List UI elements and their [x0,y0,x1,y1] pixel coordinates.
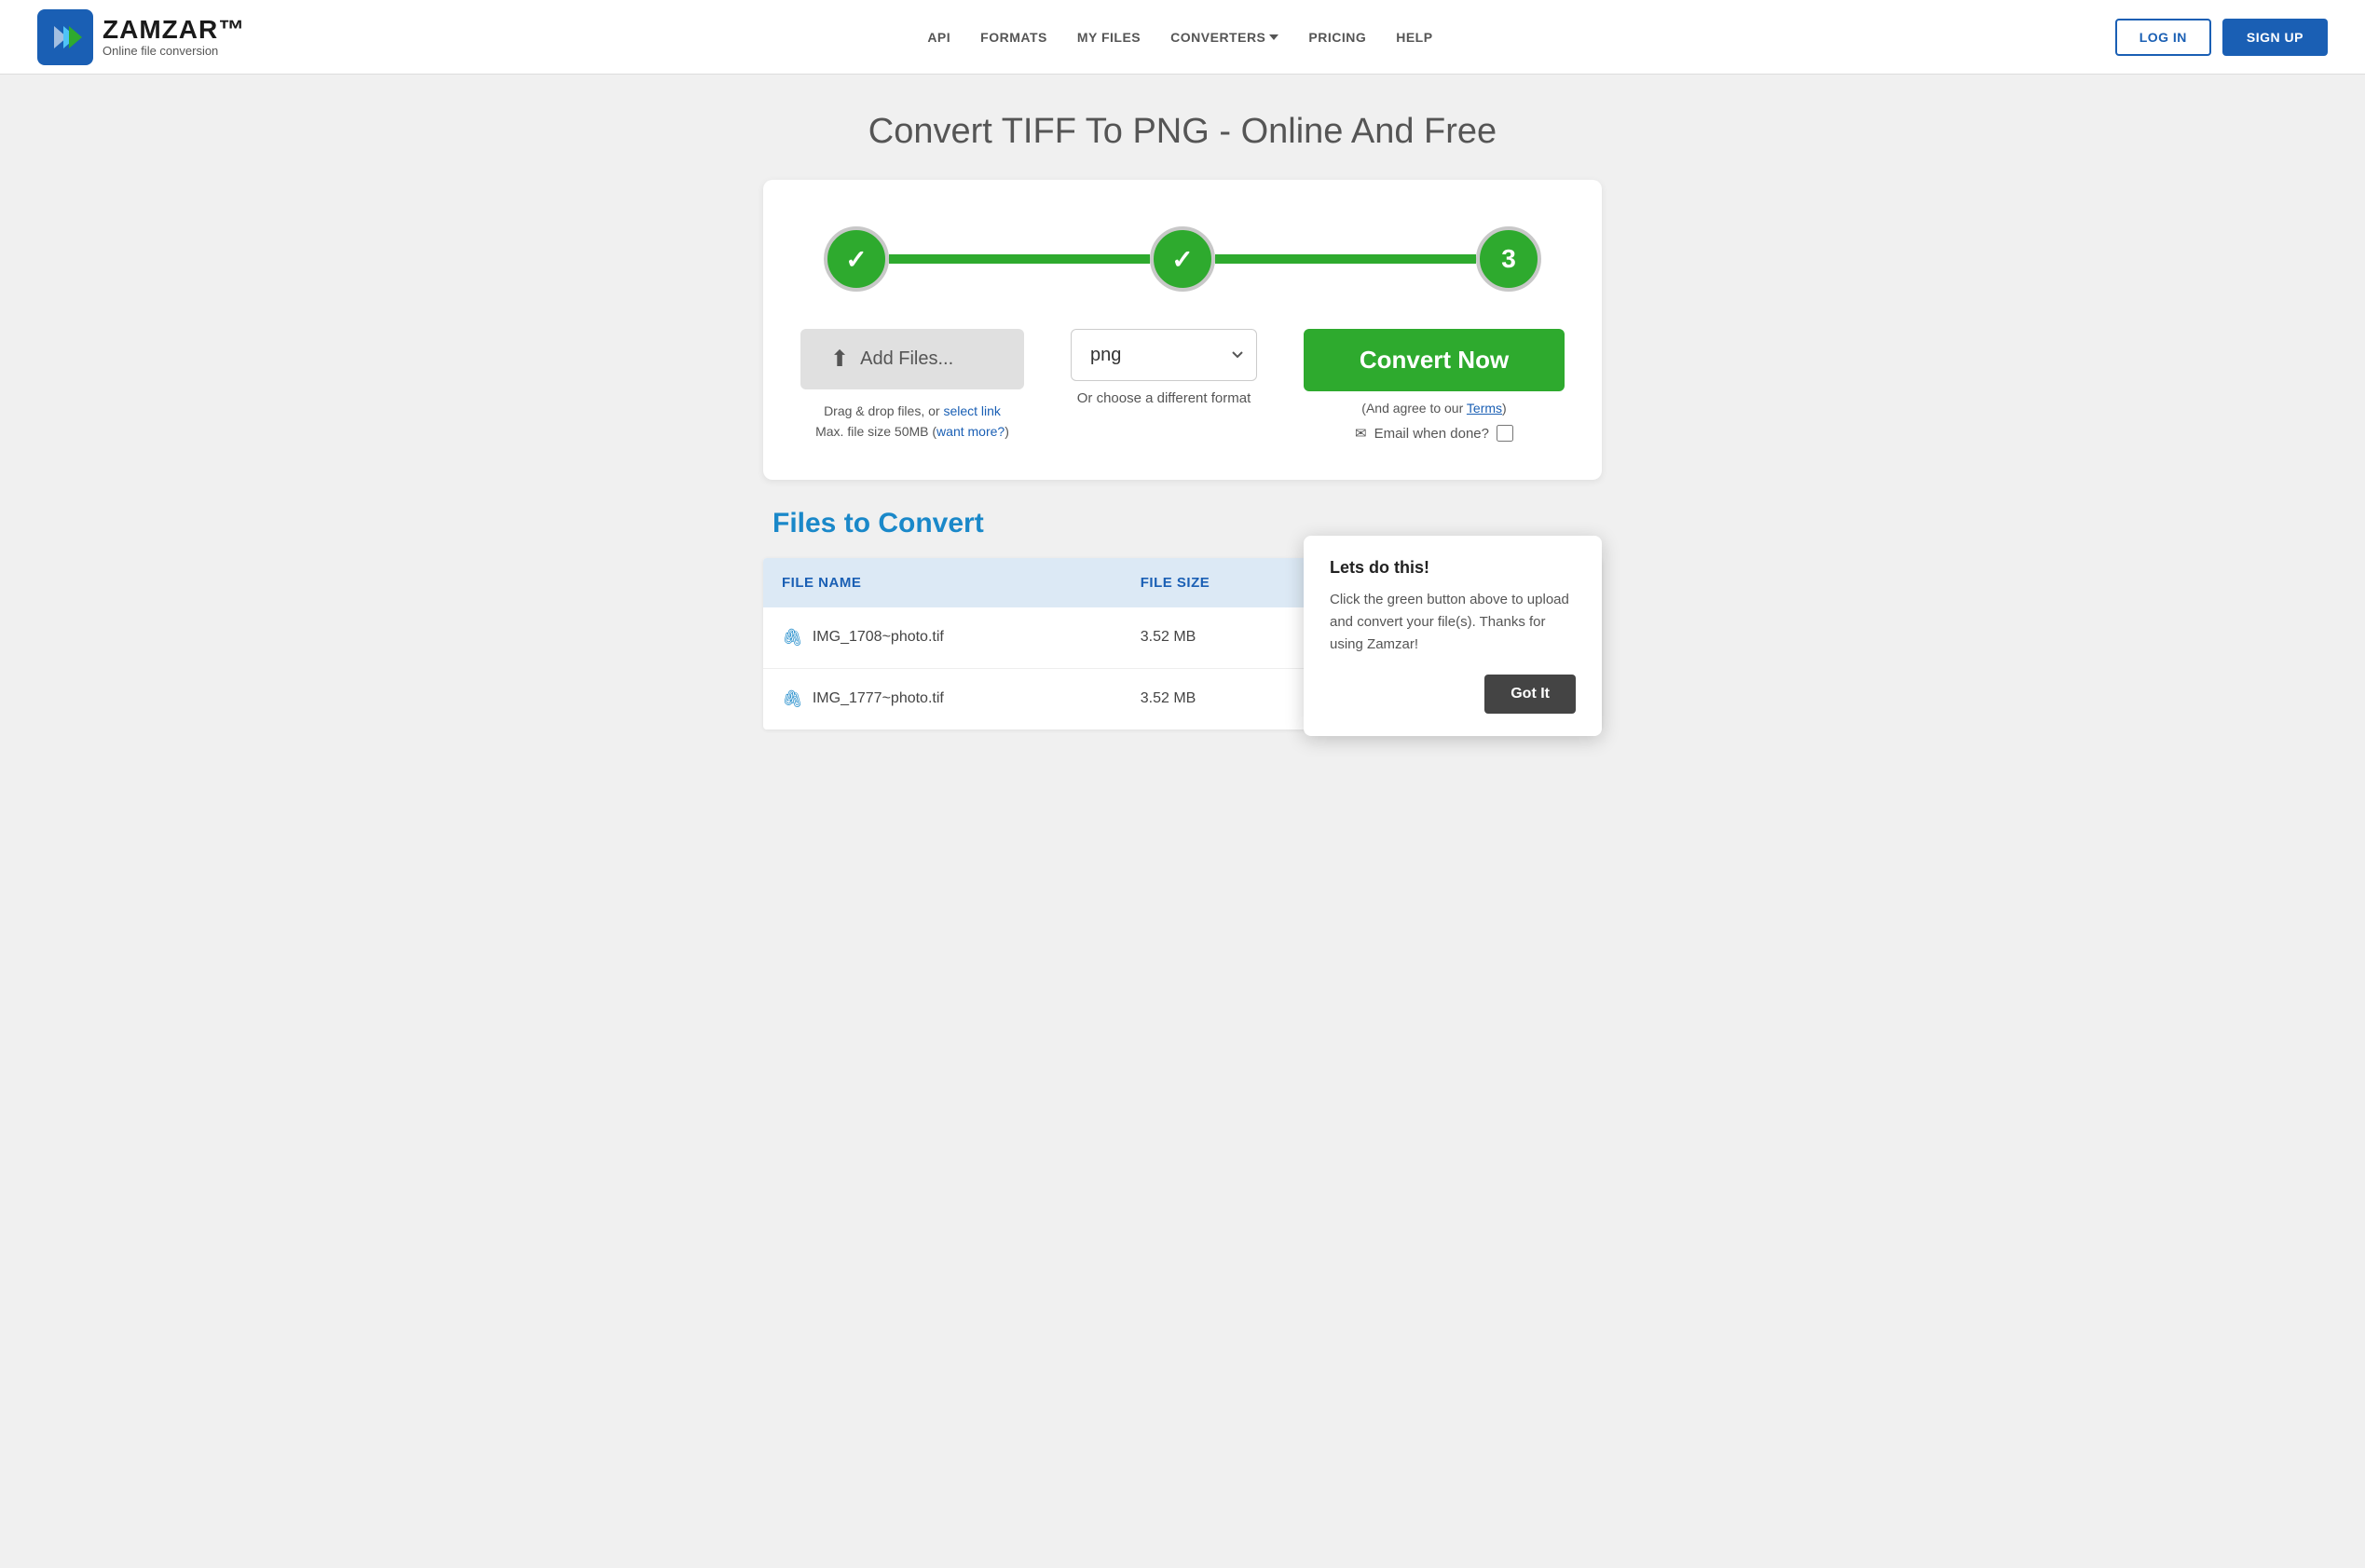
signup-button[interactable]: SIGN UP [2222,19,2328,56]
nav-converters[interactable]: CONVERTERS [1170,30,1278,45]
step-line-2 [1215,254,1476,264]
email-line: ✉ Email when done? [1355,425,1513,442]
terms-line: (And agree to our Terms) [1361,401,1506,416]
max-size-close: ) [1005,424,1009,439]
step-1-circle: ✓ [824,226,889,292]
envelope-icon: ✉ [1355,425,1367,442]
format-select[interactable]: png jpg gif bmp tiff webp pdf [1071,329,1257,381]
files-heading-colored: Convert [878,508,983,539]
step-3-number: 3 [1501,244,1516,274]
nav-formats[interactable]: FORMATS [980,30,1047,45]
controls-row: ⬆ Add Files... Drag & drop files, or sel… [800,329,1565,443]
nav-api[interactable]: API [927,30,950,45]
step-3-circle: 3 [1476,226,1541,292]
converter-card: ✓ ✓ 3 ⬆ Add Files... Drag & drop files, … [763,180,1602,480]
files-section: Files to Convert FILE NAME FILE SIZE 🖇 I… [763,508,1602,767]
step-2-circle: ✓ [1150,226,1215,292]
tooltip-popup: Lets do this! Click the green button abo… [1304,536,1602,736]
step-2-check: ✓ [1171,244,1193,275]
files-heading-static: Files to [772,508,878,539]
terms-prefix: (And agree to our [1361,401,1467,416]
add-files-button[interactable]: ⬆ Add Files... [800,329,1024,389]
format-group: png jpg gif bmp tiff webp pdf Or choose … [1071,329,1257,406]
brand-tagline: Online file conversion [103,45,245,58]
col-filesize: FILE SIZE [1122,558,1314,607]
paperclip-icon-1: 🖇 [782,628,803,648]
max-size-text: Max. file size 50MB ( [815,424,936,439]
col-filename: FILE NAME [763,558,1122,607]
file-size-2: 3.52 MB [1122,668,1314,729]
page-title: Convert TIFF To PNG - Online And Free [19,112,2346,152]
add-files-label: Add Files... [860,348,953,370]
file-name-cell-2: 🖇 IMG_1777~photo.tif [763,668,1122,729]
logo-icon [37,9,93,65]
nav-pricing[interactable]: PRICING [1308,30,1366,45]
step-1-check: ✓ [845,244,867,275]
add-files-group: ⬆ Add Files... Drag & drop files, or sel… [800,329,1024,443]
steps-progress-bar: ✓ ✓ 3 [800,226,1565,292]
email-when-done-label: Email when done? [1374,426,1489,442]
nav-myfiles[interactable]: MY FILES [1077,30,1141,45]
add-files-help-text: Drag & drop files, or select link Max. f… [815,401,1009,443]
tooltip-body: Click the green button above to upload a… [1330,589,1576,656]
terms-link[interactable]: Terms [1467,401,1502,416]
tooltip-footer: Got It [1330,675,1576,714]
convert-group: Convert Now (And agree to our Terms) ✉ E… [1304,329,1565,442]
main-nav: API FORMATS MY FILES CONVERTERS PRICING … [927,30,1432,45]
header: ZAMZAR™ Online file conversion API FORMA… [0,0,2365,75]
file-name-cell-1: 🖇 IMG_1708~photo.tif [763,607,1122,669]
zamzar-logo-svg [47,19,84,56]
login-button[interactable]: LOG IN [2115,19,2211,56]
file-name-2: IMG_1777~photo.tif [813,690,944,707]
chevron-down-icon [1269,34,1278,40]
select-link[interactable]: select link [943,403,1000,418]
got-it-button[interactable]: Got It [1484,675,1576,714]
format-label: Or choose a different format [1077,390,1251,406]
logo-text: ZAMZAR™ Online file conversion [103,16,245,58]
file-size-1: 3.52 MB [1122,607,1314,669]
convert-now-button[interactable]: Convert Now [1304,329,1565,391]
paperclip-icon-2: 🖇 [782,689,803,709]
upload-icon: ⬆ [830,346,849,373]
brand-name: ZAMZAR™ [103,16,245,45]
logo-area: ZAMZAR™ Online file conversion [37,9,245,65]
header-buttons: LOG IN SIGN UP [2115,19,2328,56]
terms-suffix: ) [1502,401,1507,416]
file-name-1: IMG_1708~photo.tif [813,629,944,646]
tooltip-title: Lets do this! [1330,558,1576,578]
nav-help[interactable]: HELP [1396,30,1432,45]
email-when-done-checkbox[interactable] [1497,425,1513,442]
files-heading: Files to Convert [763,508,1602,539]
want-more-link[interactable]: want more? [936,424,1005,439]
drag-drop-text: Drag & drop files, or [824,403,940,418]
step-line-1 [889,254,1150,264]
page-title-area: Convert TIFF To PNG - Online And Free [0,75,2365,170]
